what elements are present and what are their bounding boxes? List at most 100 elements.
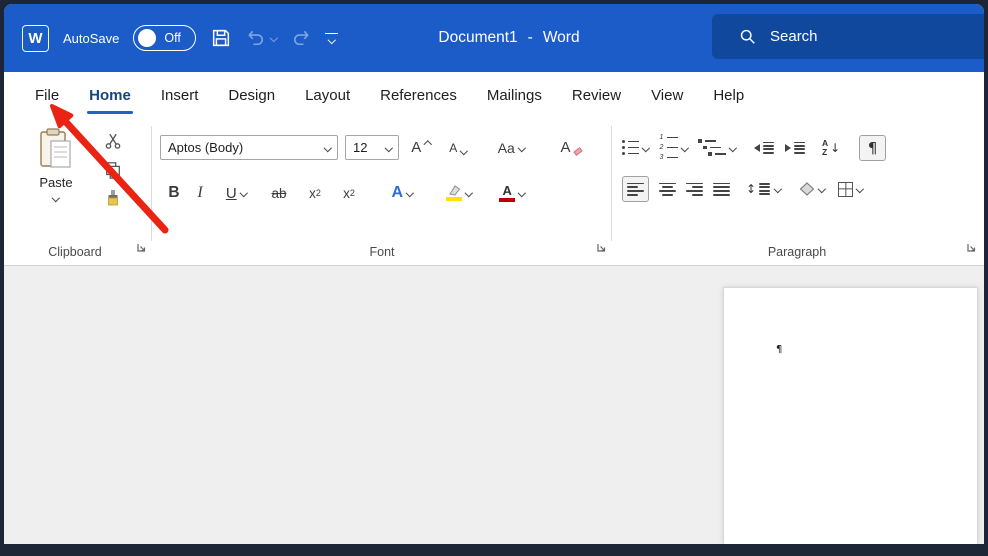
font-size-value: 12 <box>353 140 368 155</box>
clipboard-dialog-launcher[interactable] <box>136 240 147 258</box>
document-page[interactable]: ¶ <box>723 287 978 544</box>
paste-dropdown-icon[interactable] <box>52 193 60 202</box>
underline-button[interactable]: U <box>216 185 256 202</box>
font-color-bar <box>499 198 516 202</box>
app-name: Word <box>542 29 580 46</box>
clear-formatting-letter: A <box>560 139 571 156</box>
justify-button[interactable] <box>713 182 730 196</box>
search-label: Search <box>770 28 818 45</box>
shading-button[interactable] <box>799 182 826 196</box>
italic-button[interactable]: I <box>192 184 208 202</box>
tab-design[interactable]: Design <box>213 72 290 118</box>
superscript-number: 2 <box>349 188 355 198</box>
ribbon: Paste Clipboard Aptos (Body) 12 A A Aa A… <box>4 118 984 266</box>
sort-button[interactable]: A Z ↓ <box>822 139 840 156</box>
ribbon-tabs: File Home Insert Design Layout Reference… <box>4 72 984 118</box>
sort-letter-z: Z <box>822 146 828 157</box>
font-size-combobox[interactable]: 12 <box>345 135 399 160</box>
cut-button[interactable] <box>104 132 122 150</box>
numbering-button[interactable] <box>660 134 689 161</box>
save-icon[interactable] <box>210 27 232 49</box>
tab-home[interactable]: Home <box>74 72 146 118</box>
font-color-button[interactable]: A <box>490 184 534 202</box>
search-box[interactable]: Search <box>712 14 984 59</box>
shrink-font-button[interactable]: A <box>443 141 473 155</box>
bold-button[interactable]: B <box>164 184 184 202</box>
tab-file[interactable]: File <box>20 72 74 118</box>
multilevel-list-icon <box>698 139 726 156</box>
line-spacing-button[interactable]: ↕ <box>746 182 782 196</box>
borders-button[interactable] <box>838 181 864 197</box>
bullets-button[interactable] <box>622 140 650 155</box>
undo-icon[interactable] <box>246 28 266 48</box>
redo-icon[interactable] <box>291 28 311 48</box>
format-painter-icon <box>108 190 118 206</box>
document-title: Document1 <box>438 29 518 46</box>
word-app-icon[interactable]: W <box>22 24 49 52</box>
align-left-icon <box>627 182 644 196</box>
decrease-indent-arrow-icon <box>754 143 760 152</box>
tab-layout[interactable]: Layout <box>290 72 365 118</box>
shading-dropdown-icon <box>817 185 826 193</box>
clear-formatting-button[interactable]: A <box>553 139 589 156</box>
subscript-button[interactable]: x2 <box>302 186 328 201</box>
multilevel-list-button[interactable] <box>698 139 737 156</box>
customize-quick-access-icon[interactable] <box>324 33 338 44</box>
customize-chevron-icon <box>327 36 336 44</box>
window-title: Document1 - Word <box>386 4 632 72</box>
undo-dropdown-icon[interactable] <box>270 34 279 42</box>
tab-references[interactable]: References <box>365 72 472 118</box>
format-painter-button[interactable] <box>104 190 122 207</box>
tab-insert[interactable]: Insert <box>146 72 214 118</box>
font-dialog-launcher[interactable] <box>596 240 607 258</box>
decrease-indent-button[interactable] <box>754 141 774 154</box>
tab-view-label: View <box>651 86 684 104</box>
tab-review[interactable]: Review <box>557 72 636 118</box>
text-effects-dropdown-icon <box>405 189 414 197</box>
increase-indent-lines-icon <box>794 141 805 154</box>
tab-layout-label: Layout <box>305 86 351 104</box>
copy-button[interactable] <box>104 161 122 179</box>
title-separator: - <box>527 29 533 46</box>
paste-button[interactable]: Paste <box>24 128 88 230</box>
search-icon <box>739 28 756 45</box>
align-left-button[interactable] <box>622 176 649 202</box>
justify-icon <box>713 182 730 196</box>
autosave-label: AutoSave <box>63 30 120 46</box>
highlight-color-button[interactable] <box>436 185 482 201</box>
line-spacing-dropdown-icon <box>773 185 782 193</box>
autosave-toggle[interactable]: Off <box>133 25 197 51</box>
strikethrough-button[interactable]: ab <box>264 186 294 201</box>
bullets-icon <box>622 140 639 155</box>
show-paragraph-marks-button[interactable]: ¶ <box>859 134 887 161</box>
word-window: W AutoSave Off Document1 - Word Search F… <box>4 4 984 544</box>
align-right-button[interactable] <box>686 182 703 196</box>
change-case-button[interactable]: Aa <box>488 140 534 156</box>
increase-indent-button[interactable] <box>785 141 805 154</box>
line-spacing-lines-icon <box>759 183 771 195</box>
caret-paragraph-mark: ¶ <box>776 344 783 355</box>
font-name-dropdown-icon <box>323 143 332 152</box>
tab-insert-label: Insert <box>160 86 199 104</box>
tab-view[interactable]: View <box>636 72 698 118</box>
text-effects-letter: A <box>391 184 404 201</box>
superscript-button[interactable]: x2 <box>336 186 362 201</box>
customize-bar <box>324 33 338 35</box>
align-center-button[interactable] <box>659 182 676 196</box>
font-color-dropdown-icon <box>518 189 526 197</box>
tab-mailings[interactable]: Mailings <box>472 72 557 118</box>
shrink-font-arrow-icon <box>460 146 468 155</box>
font-name-combobox[interactable]: Aptos (Body) <box>160 135 338 160</box>
paste-label: Paste <box>39 175 73 190</box>
highlighter-pen-icon <box>449 185 461 196</box>
paragraph-dialog-launcher[interactable] <box>966 240 977 258</box>
underline-dropdown-icon <box>239 189 248 197</box>
change-case-letters: Aa <box>497 139 515 156</box>
subscript-number: 2 <box>315 188 321 198</box>
tab-help[interactable]: Help <box>698 72 759 118</box>
numbering-icon <box>660 134 678 161</box>
numbering-dropdown-icon <box>680 143 689 152</box>
grow-font-button[interactable]: A <box>406 139 436 156</box>
text-effects-button[interactable]: A <box>380 184 424 202</box>
copy-icon <box>106 162 120 179</box>
